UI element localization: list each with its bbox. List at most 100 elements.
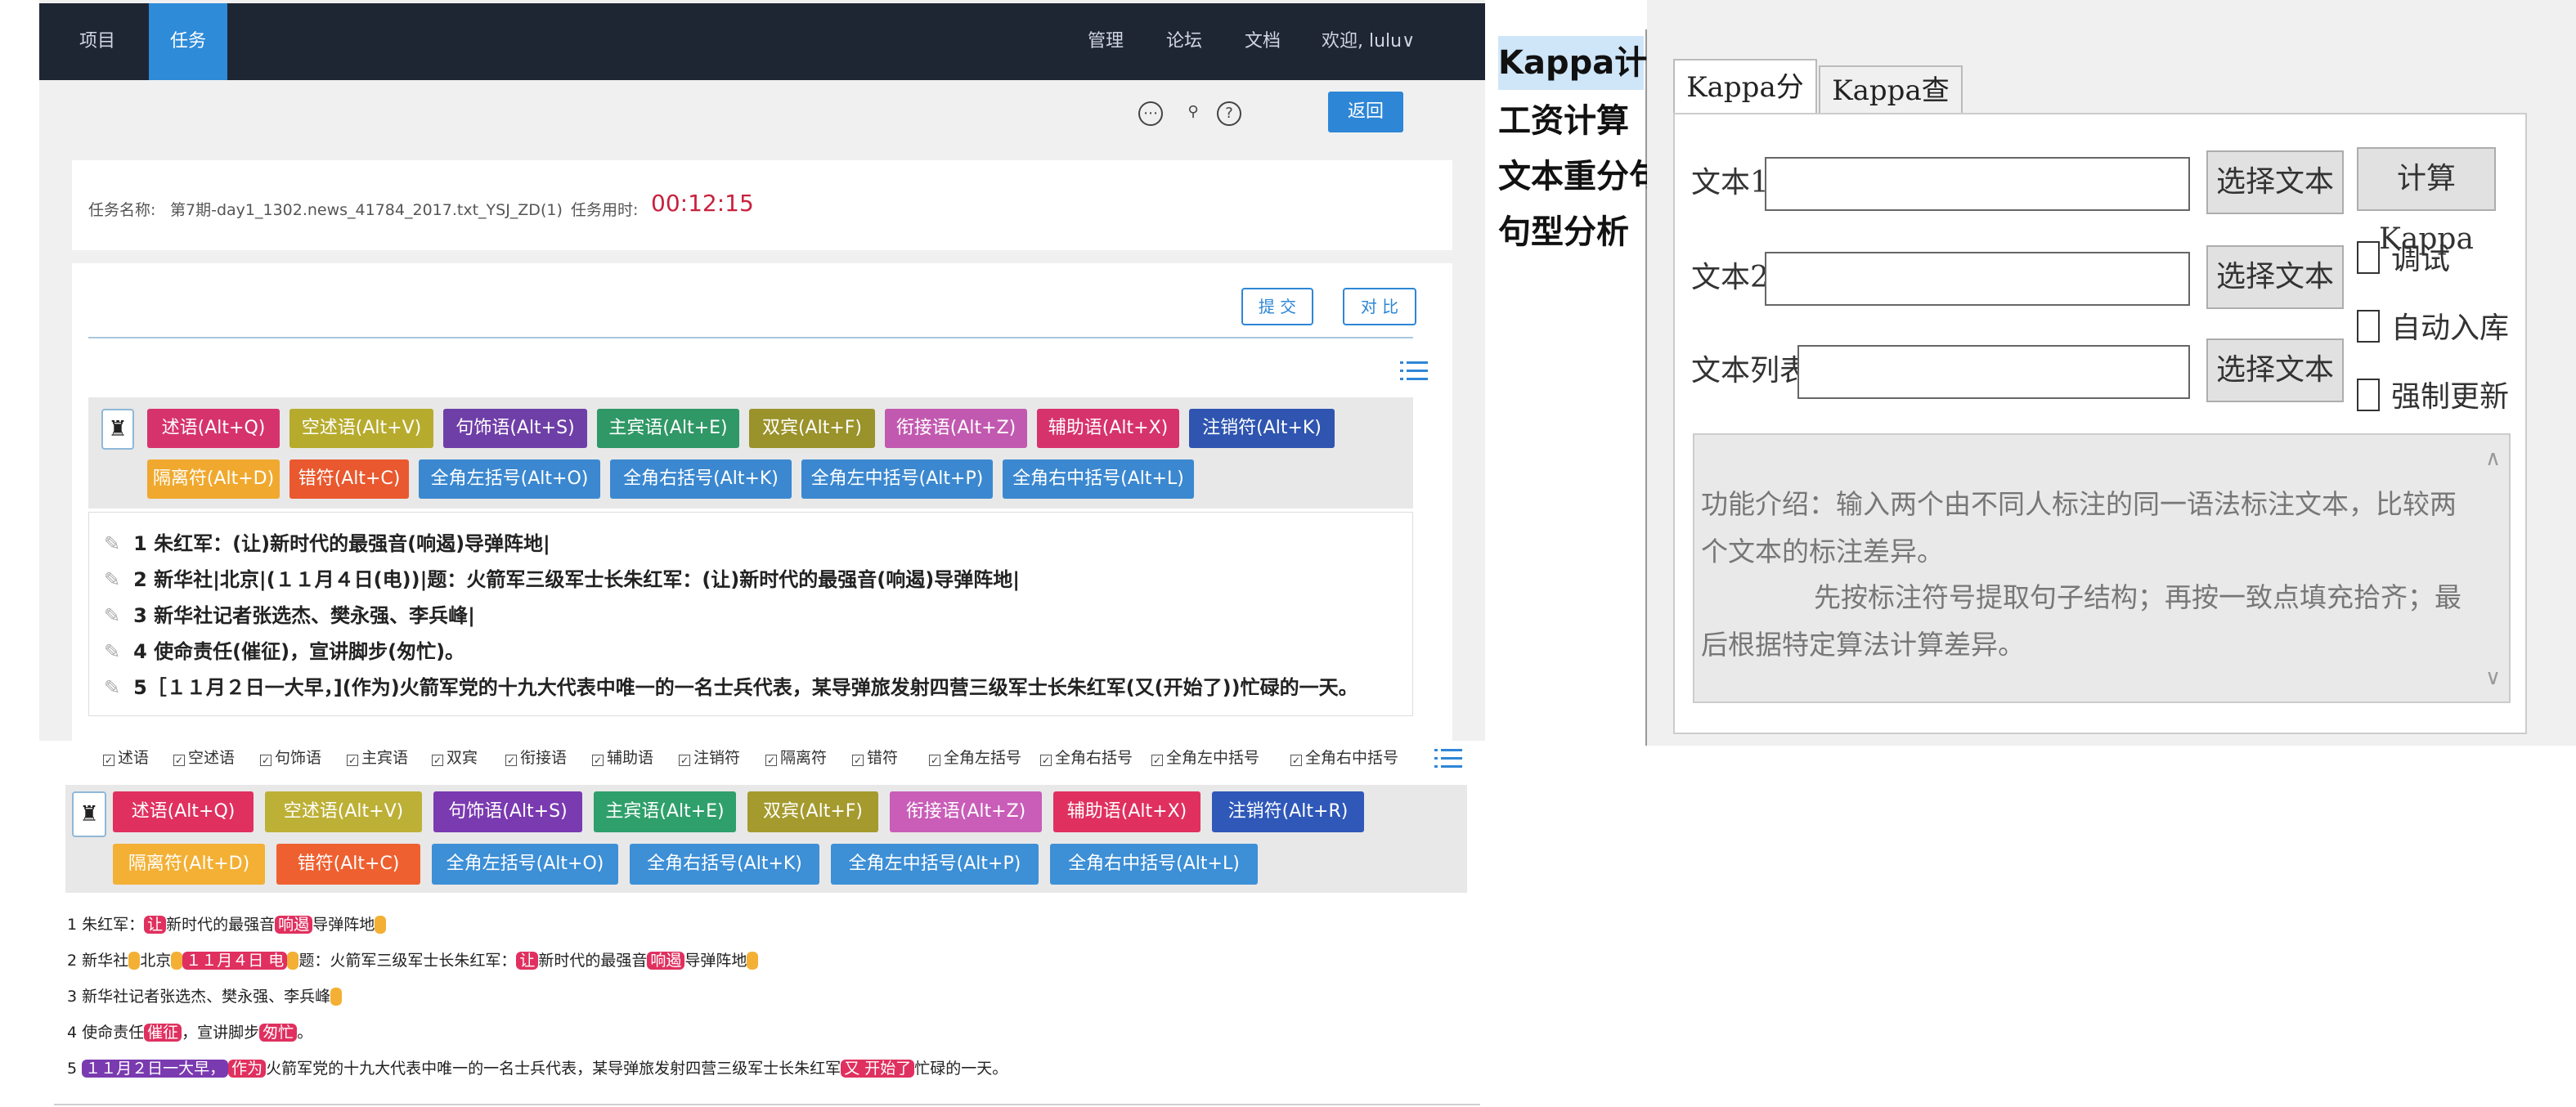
text2-input[interactable] <box>1765 252 2190 306</box>
sentence-row[interactable]: 5 １１月２日一大早， 作为 火箭军党的十九大代表中唯一的一名士兵代表，某导弹旅发射… <box>67 1056 1008 1078</box>
check-icon[interactable]: ✓ <box>103 755 114 766</box>
tab-kappa-analysis[interactable]: Kappa分析 <box>1673 59 1817 158</box>
top-tag-button[interactable]: 注销符(Alt+K) <box>1189 409 1335 448</box>
user-menu[interactable]: 欢迎, lulu∨ <box>1322 3 1415 80</box>
check-icon[interactable]: ✓ <box>1151 755 1163 766</box>
filter-checkbox[interactable]: ✓ 辅助语 <box>592 746 653 768</box>
textlist-input[interactable] <box>1797 345 2190 399</box>
preview-tag-button[interactable]: 辅助语(Alt+X) <box>1053 791 1200 832</box>
check-icon[interactable]: ✓ <box>929 755 940 766</box>
sentence-row[interactable]: 1 朱红军：让新时代的最强音 响遏 导弹阵地 <box>67 912 387 934</box>
choose-text2-button[interactable]: 选择文本 <box>2206 245 2344 309</box>
sidebar-item-kappa[interactable]: Kappa计算 <box>1498 36 1680 90</box>
chat-icon[interactable]: ⋯ <box>1138 101 1163 126</box>
sidebar-item-sentence-type[interactable]: 句型分析 <box>1498 208 1644 257</box>
check-icon[interactable]: ✓ <box>347 755 358 766</box>
check-icon[interactable]: ✓ <box>1040 755 1052 766</box>
preview-tag-button[interactable]: 全角左中括号(Alt+P) <box>831 844 1039 885</box>
nav-tab-task[interactable]: 任务 <box>149 3 227 80</box>
top-tag-button[interactable]: 双宾(Alt+F) <box>749 409 875 448</box>
scroll-down-icon[interactable]: ∨ <box>2485 666 2501 690</box>
calc-kappa-button[interactable]: 计算Kappa <box>2357 147 2496 256</box>
check-icon[interactable]: ✓ <box>432 755 443 766</box>
check-icon[interactable]: ✓ <box>505 755 517 766</box>
nav-link-forum[interactable]: 论坛 <box>1166 3 1202 80</box>
top-tag-button[interactable]: 隔离符(Alt+D) <box>147 459 280 499</box>
list-icon[interactable] <box>1400 360 1428 383</box>
sentence-row[interactable]: ✎ 2 新华社|北京|(１１月４日(电))|题：火箭军三级军士长朱红军：(让)新时… <box>104 563 1020 592</box>
top-tag-button[interactable]: 全角左中括号(Alt+P) <box>801 459 993 499</box>
check-icon[interactable]: ✓ <box>852 755 864 766</box>
sentence-row[interactable]: ✎ 1 朱红军：(让)新时代的最强音(响遏)导弹阵地| <box>104 527 550 556</box>
preview-tag-button[interactable]: 全角右中括号(Alt+L) <box>1050 844 1258 885</box>
nav-link-admin[interactable]: 管理 <box>1088 3 1124 80</box>
preview-tag-button[interactable]: 句饰语(Alt+S) <box>433 791 582 832</box>
text1-input[interactable] <box>1765 157 2190 211</box>
debug-checkbox[interactable]: 调试 <box>2357 235 2450 278</box>
filter-checkbox[interactable]: ✓ 空述语 <box>173 746 235 768</box>
list-icon[interactable] <box>1434 747 1462 770</box>
sentence-row[interactable]: ✎ 4 使命责任(催征)，宣讲脚步(匆忙)。 <box>104 635 464 664</box>
check-icon[interactable]: ✓ <box>173 755 185 766</box>
top-tag-button[interactable]: 错符(Alt+C) <box>289 459 409 499</box>
sentence-row[interactable]: 4 使命责任 催征 ，宣讲脚步 匆忙。 <box>67 1020 312 1042</box>
preview-tag-button[interactable]: 注销符(Alt+R) <box>1212 791 1364 832</box>
user-search-icon[interactable]: ⚲ <box>1181 101 1205 126</box>
top-tag-button[interactable]: 全角左括号(Alt+O) <box>419 459 600 499</box>
preview-tag-button[interactable]: 错符(Alt+C) <box>276 844 420 885</box>
filter-checkbox[interactable]: ✓ 注销符 <box>679 746 740 768</box>
sidebar-item-resplit[interactable]: 文本重分句 <box>1498 152 1662 201</box>
top-tag-button[interactable]: 空述语(Alt+V) <box>289 409 433 448</box>
filter-checkbox[interactable]: ✓ 全角左括号 <box>929 746 1021 768</box>
scroll-up-icon[interactable]: ∧ <box>2485 446 2501 471</box>
preview-tag-button[interactable]: 衔接语(Alt+Z) <box>890 791 1042 832</box>
sentence-row[interactable]: 2 新华社 北京 １１月４日 电 题：火箭军三级军士长朱红军：让新时代的最强音响… <box>67 948 759 970</box>
auto-store-checkbox[interactable]: 自动入库 <box>2357 304 2509 347</box>
checkbox-box[interactable] <box>2357 379 2380 411</box>
check-icon[interactable]: ✓ <box>1290 755 1302 766</box>
help-icon[interactable]: ? <box>1217 101 1241 126</box>
brush-icon[interactable]: ♜ <box>72 791 106 837</box>
preview-tag-button[interactable]: 隔离符(Alt+D) <box>113 844 265 885</box>
nav-link-docs[interactable]: 文档 <box>1245 3 1281 80</box>
choose-text1-button[interactable]: 选择文本 <box>2206 150 2344 214</box>
filter-checkbox[interactable]: ✓ 述语 <box>103 746 149 768</box>
filter-checkbox[interactable]: ✓ 双宾 <box>432 746 478 768</box>
filter-checkbox[interactable]: ✓ 衔接语 <box>505 746 567 768</box>
choose-textlist-button[interactable]: 选择文本 <box>2206 338 2344 402</box>
tab-kappa-query[interactable]: Kappa查询 <box>1819 65 1963 155</box>
force-update-checkbox[interactable]: 强制更新 <box>2357 373 2509 415</box>
filter-checkbox[interactable]: ✓ 句饰语 <box>260 746 321 768</box>
check-icon[interactable]: ✓ <box>765 755 777 766</box>
top-tag-button[interactable]: 述语(Alt+Q) <box>147 409 280 448</box>
filter-checkbox[interactable]: ✓ 全角右括号 <box>1040 746 1133 768</box>
compare-button[interactable]: 对 比 <box>1343 288 1416 325</box>
top-tag-button[interactable]: 辅助语(Alt+X) <box>1037 409 1179 448</box>
preview-tag-button[interactable]: 空述语(Alt+V) <box>265 791 422 832</box>
top-tag-button[interactable]: 衔接语(Alt+Z) <box>885 409 1027 448</box>
preview-tag-button[interactable]: 全角左括号(Alt+O) <box>432 844 618 885</box>
checkbox-box[interactable] <box>2357 241 2380 274</box>
submit-button[interactable]: 提 交 <box>1241 288 1313 325</box>
check-icon[interactable]: ✓ <box>592 755 604 766</box>
filter-checkbox[interactable]: ✓ 全角左中括号 <box>1151 746 1259 768</box>
preview-tag-button[interactable]: 全角右括号(Alt+K) <box>630 844 819 885</box>
check-icon[interactable]: ✓ <box>679 755 690 766</box>
checkbox-box[interactable] <box>2357 310 2380 343</box>
filter-checkbox[interactable]: ✓ 隔离符 <box>765 746 827 768</box>
top-tag-button[interactable]: 主宾语(Alt+E) <box>597 409 739 448</box>
preview-tag-button[interactable]: 主宾语(Alt+E) <box>594 791 736 832</box>
filter-checkbox[interactable]: ✓ 主宾语 <box>347 746 408 768</box>
top-tag-button[interactable]: 句饰语(Alt+S) <box>443 409 587 448</box>
preview-tag-button[interactable]: 述语(Alt+Q) <box>113 791 254 832</box>
back-button[interactable]: 返回 <box>1328 92 1403 132</box>
sentence-row[interactable]: ✎ 5［１１月２日一大早，](作为)火箭军党的十九大代表中唯一的一名士兵代表，某导… <box>104 671 1358 700</box>
top-tag-button[interactable]: 全角右括号(Alt+K) <box>610 459 792 499</box>
sentence-row[interactable]: ✎ 3 新华社记者张选杰、樊永强、李兵峰| <box>104 599 475 628</box>
sidebar-item-salary[interactable]: 工资计算 <box>1498 96 1644 146</box>
nav-tab-project[interactable]: 项目 <box>70 3 124 80</box>
top-tag-button[interactable]: 全角右中括号(Alt+L) <box>1003 459 1194 499</box>
preview-tag-button[interactable]: 双宾(Alt+F) <box>747 791 878 832</box>
brush-icon[interactable]: ♜ <box>101 409 134 450</box>
check-icon[interactable]: ✓ <box>260 755 272 766</box>
